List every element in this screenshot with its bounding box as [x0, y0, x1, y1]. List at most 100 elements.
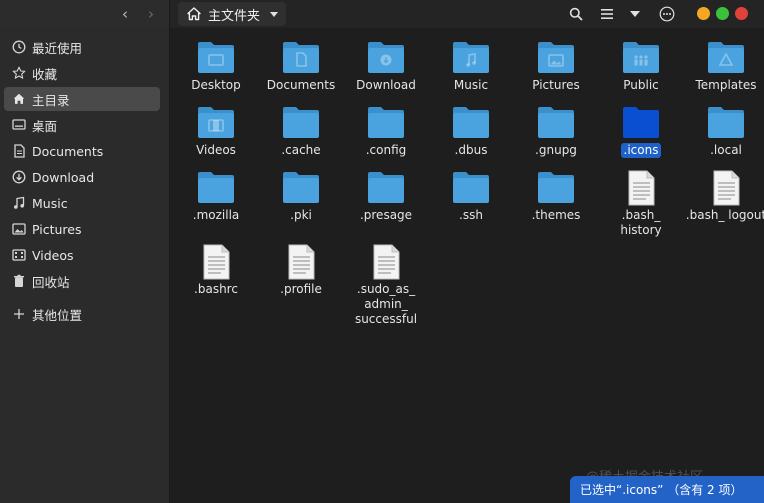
menu-button[interactable]	[657, 4, 677, 24]
path-label: 主文件夹	[208, 8, 261, 24]
sidebar-item-download[interactable]: Download	[4, 165, 160, 189]
folder-item-mozilla[interactable]: .mozilla	[171, 170, 261, 223]
folder-icon	[282, 40, 320, 74]
document-icon	[12, 144, 26, 158]
file-item-bashrc[interactable]: .bashrc	[171, 244, 261, 297]
folder-item-dbus[interactable]: .dbus	[426, 105, 516, 158]
file-item-bash-history[interactable]: .bash_ history	[596, 170, 686, 238]
folder-item-download[interactable]: Download	[341, 40, 431, 93]
sidebar-item-recent[interactable]: 最近使用	[4, 35, 160, 59]
file-item-sudo-as-admin-successful[interactable]: .sudo_as_ admin_ successful	[341, 244, 431, 327]
text-file-icon	[622, 170, 660, 206]
trash-icon	[12, 274, 26, 288]
picture-icon	[12, 222, 26, 236]
sidebar: 最近使用 收藏 主目录 桌面 Documents Download Music …	[0, 28, 170, 503]
file-name-label: .gnupg	[535, 143, 577, 157]
close-button[interactable]	[735, 7, 748, 20]
folder-icon	[537, 105, 575, 139]
sidebar-item-label: Documents	[32, 143, 104, 159]
folder-icon	[537, 40, 575, 74]
folder-icon	[367, 40, 405, 74]
folder-icon	[707, 40, 745, 74]
sidebar-item-label: 桌面	[32, 118, 58, 134]
sidebar-item-pictures[interactable]: Pictures	[4, 217, 160, 241]
sidebar-item-music[interactable]: Music	[4, 191, 160, 215]
sidebar-item-documents[interactable]: Documents	[4, 139, 160, 163]
sidebar-item-videos[interactable]: Videos	[4, 243, 160, 267]
file-name-label: Public	[623, 78, 659, 92]
maximize-button[interactable]	[716, 7, 729, 20]
file-item-bash-logout[interactable]: .bash_ logout	[681, 170, 764, 223]
folder-item-local[interactable]: .local	[681, 105, 764, 158]
path-bar-button[interactable]: 主文件夹	[178, 2, 287, 26]
view-options-button[interactable]	[625, 4, 645, 24]
search-button[interactable]	[566, 4, 586, 24]
sidebar-item-label: 收藏	[32, 66, 58, 82]
sidebar-item-home[interactable]: 主目录	[4, 87, 160, 111]
file-name-label: .presage	[359, 208, 413, 222]
folder-item-ssh[interactable]: .ssh	[426, 170, 516, 223]
folder-item-documents[interactable]: Documents	[256, 40, 346, 93]
folder-item-pictures[interactable]: Pictures	[511, 40, 601, 93]
text-file-icon	[707, 170, 745, 206]
file-name-label: .profile	[280, 282, 322, 296]
video-icon	[12, 248, 26, 262]
folder-item-config[interactable]: .config	[341, 105, 431, 158]
folder-icon	[452, 170, 490, 204]
file-name-label: .cache	[281, 143, 321, 157]
file-name-label: Music	[453, 78, 489, 92]
sidebar-item-label: 其他位置	[32, 307, 83, 323]
folder-item-public[interactable]: Public	[596, 40, 686, 93]
text-file-icon	[282, 244, 320, 280]
sidebar-item-other-locations[interactable]: 其他位置	[4, 302, 160, 326]
folder-item-gnupg[interactable]: .gnupg	[511, 105, 601, 158]
file-name-label: .ssh	[459, 208, 483, 222]
file-name-label: Videos	[196, 143, 236, 157]
sidebar-item-label: Pictures	[32, 221, 82, 237]
back-button[interactable]: ‹	[116, 5, 134, 23]
sidebar-item-desktop[interactable]: 桌面	[4, 113, 160, 137]
folder-item-themes[interactable]: .themes	[511, 170, 601, 223]
folder-icon	[367, 170, 405, 204]
folder-item-templates[interactable]: Templates	[681, 40, 764, 93]
sidebar-item-label: 主目录	[32, 92, 70, 108]
folder-icon	[197, 170, 235, 204]
folder-icon	[197, 105, 235, 139]
sidebar-item-label: Download	[32, 169, 95, 185]
minimize-button[interactable]	[697, 7, 710, 20]
folder-item-icons[interactable]: .icons	[596, 105, 686, 158]
file-name-label: .bash_ logout	[685, 208, 764, 222]
sidebar-item-trash[interactable]: 回收站	[4, 269, 160, 293]
folder-item-videos[interactable]: Videos	[171, 105, 261, 158]
sidebar-item-label: Videos	[32, 247, 74, 263]
text-file-icon	[197, 244, 235, 280]
file-name-label: Pictures	[532, 78, 580, 92]
file-item-profile[interactable]: .profile	[256, 244, 346, 297]
star-icon	[12, 66, 26, 80]
folder-item-presage[interactable]: .presage	[341, 170, 431, 223]
chevron-down-icon	[270, 11, 279, 17]
file-name-label: Download	[356, 78, 416, 92]
list-view-icon	[601, 9, 613, 19]
file-name-label: .mozilla	[192, 208, 240, 222]
folder-item-cache[interactable]: .cache	[256, 105, 346, 158]
home-icon	[187, 7, 201, 21]
file-grid: Desktop Documents Download Music Pictures Pub…	[171, 28, 764, 503]
forward-button[interactable]: ›	[142, 5, 160, 23]
file-name-label: .config	[365, 143, 407, 157]
folder-item-music[interactable]: Music	[426, 40, 516, 93]
file-name-label: .dbus	[454, 143, 488, 157]
more-options-icon	[659, 6, 675, 22]
file-name-label: .icons	[620, 143, 662, 158]
chevron-down-icon	[630, 11, 640, 17]
file-name-label: .themes	[531, 208, 581, 222]
folder-item-desktop[interactable]: Desktop	[171, 40, 261, 93]
file-name-label: .sudo_as_ admin_ successful	[354, 282, 418, 326]
sidebar-item-starred[interactable]: 收藏	[4, 61, 160, 85]
list-view-button[interactable]	[597, 4, 617, 24]
file-name-label: Templates	[695, 78, 757, 92]
folder-item-pki[interactable]: .pki	[256, 170, 346, 223]
file-name-label: Documents	[266, 78, 336, 92]
file-name-label: Desktop	[191, 78, 241, 92]
sidebar-item-label: 最近使用	[32, 40, 83, 56]
